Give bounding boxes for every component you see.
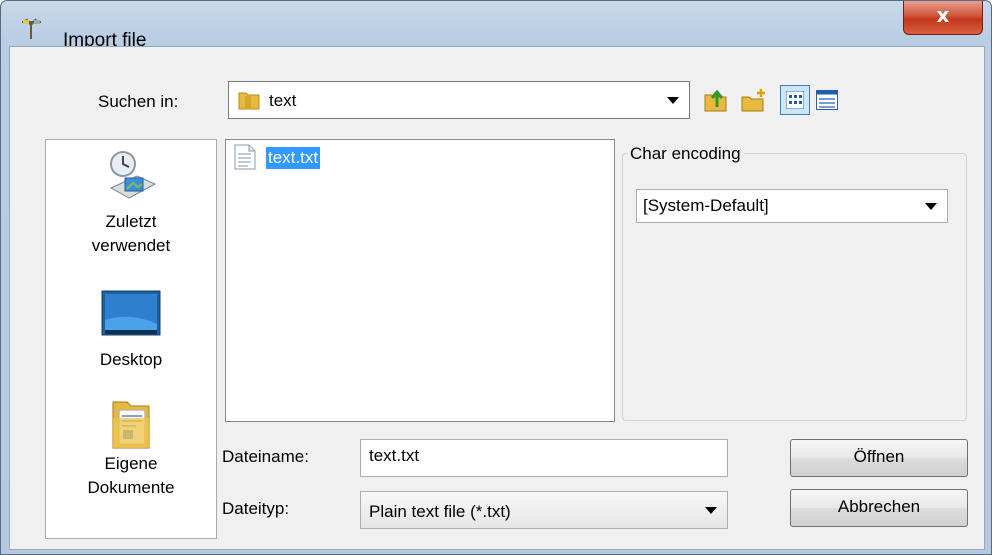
details-view-icon[interactable] — [816, 90, 838, 110]
places-item-recent[interactable]: Zuletzt verwendet — [46, 148, 216, 258]
list-view-button[interactable] — [780, 85, 810, 115]
open-button[interactable]: Öffnen — [790, 439, 968, 477]
places-item-label: Eigene Dokumente — [87, 454, 175, 497]
documents-folder-icon — [112, 401, 150, 449]
app-icon — [22, 18, 41, 39]
places-item-documents[interactable]: Eigene Dokumente — [46, 398, 216, 500]
places-item-desktop[interactable]: Desktop — [46, 290, 216, 372]
places-item-label: Desktop — [99, 350, 163, 369]
lookin-label: Suchen in: — [98, 92, 179, 111]
encoding-value: [System-Default] — [643, 196, 769, 215]
file-list[interactable]: text.txt — [225, 139, 615, 422]
text-file-icon — [234, 144, 256, 170]
lookin-combo[interactable]: text — [228, 81, 690, 119]
dialog-window: Import file x Suchen in: text Zuletzt ve… — [0, 0, 992, 555]
close-button[interactable]: x — [903, 1, 983, 35]
places-sidebar: Zuletzt verwendet Desktop Eigene Dokumen… — [45, 139, 217, 539]
up-folder-icon[interactable] — [703, 87, 729, 113]
chevron-down-icon — [705, 507, 717, 514]
file-name: text.txt — [266, 147, 321, 169]
chevron-down-icon — [925, 203, 937, 210]
lookin-value: text — [269, 91, 297, 110]
title-bar[interactable]: Import file x — [1, 1, 991, 51]
close-icon: x — [936, 3, 950, 27]
list-view-icon — [786, 91, 804, 109]
new-folder-icon[interactable] — [740, 87, 768, 113]
cancel-button[interactable]: Abbrechen — [790, 489, 968, 527]
dialog-client: Suchen in: text Zuletzt verwendet Deskto… — [9, 46, 985, 550]
recent-places-icon — [109, 151, 157, 199]
folder-icon — [238, 92, 260, 110]
encoding-select[interactable]: [System-Default] — [636, 189, 948, 223]
filetype-label: Dateityp: — [222, 499, 290, 518]
filetype-select[interactable]: Plain text file (*.txt) — [360, 491, 728, 529]
desktop-icon — [101, 290, 161, 336]
chevron-down-icon — [667, 97, 679, 104]
places-item-label: Zuletzt verwendet — [91, 212, 171, 255]
encoding-group-label: Char encoding — [627, 144, 744, 164]
filetype-value: Plain text file (*.txt) — [369, 502, 511, 521]
filename-input[interactable]: text.txt — [360, 439, 728, 477]
filename-label: Dateiname: — [222, 447, 309, 466]
